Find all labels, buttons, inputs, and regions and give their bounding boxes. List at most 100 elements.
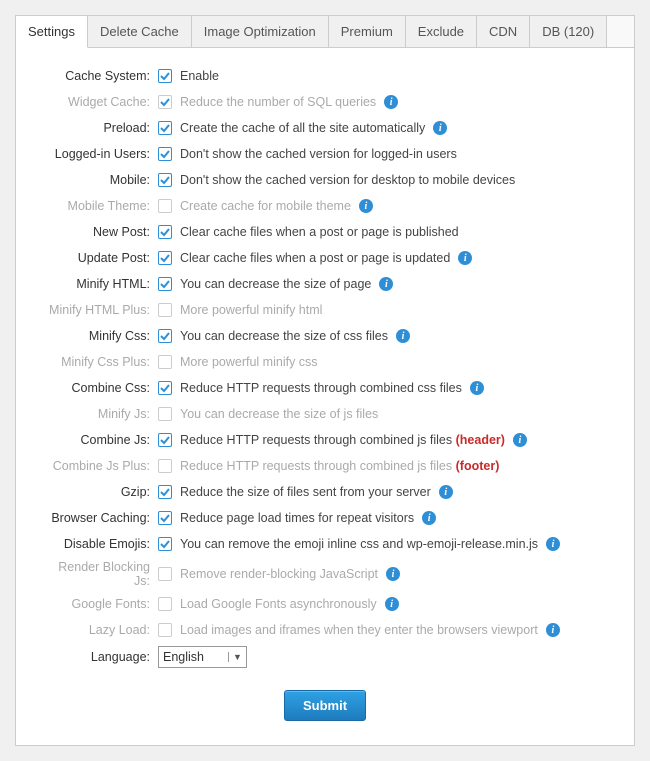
- option-label: Cache System:: [40, 69, 158, 83]
- checkbox[interactable]: [158, 121, 172, 135]
- option-desc: More powerful minify html: [180, 303, 322, 317]
- option-desc: Reduce HTTP requests through combined js…: [180, 433, 505, 447]
- desc-suffix: (header): [452, 433, 505, 447]
- language-value: English: [163, 650, 204, 664]
- option-desc: Load images and iframes when they enter …: [180, 623, 538, 637]
- row-16: Gzip: Reduce the size of files sent from …: [40, 482, 610, 502]
- row-12: Combine Css:Reduce HTTP requests through…: [40, 378, 610, 398]
- option-label: Render Blocking Js:: [40, 560, 158, 588]
- option-label: Minify HTML Plus:: [40, 303, 158, 317]
- tab-delete-cache[interactable]: Delete Cache: [88, 16, 192, 47]
- option-label: Minify Css Plus:: [40, 355, 158, 369]
- checkbox[interactable]: [158, 69, 172, 83]
- checkbox[interactable]: [158, 511, 172, 525]
- info-icon[interactable]: i: [546, 623, 560, 637]
- checkbox[interactable]: [158, 485, 172, 499]
- tab-exclude[interactable]: Exclude: [406, 16, 477, 47]
- tab-db-120-[interactable]: DB (120): [530, 16, 607, 47]
- row-2: Preload:Create the cache of all the site…: [40, 118, 610, 138]
- checkbox: [158, 355, 172, 369]
- option-desc: Reduce HTTP requests through combined js…: [180, 459, 499, 473]
- tab-cdn[interactable]: CDN: [477, 16, 530, 47]
- checkbox[interactable]: [158, 277, 172, 291]
- tab-premium[interactable]: Premium: [329, 16, 406, 47]
- row-0: Cache System:Enable: [40, 66, 610, 86]
- option-label: Gzip:: [40, 485, 158, 499]
- tab-bar: SettingsDelete CacheImage OptimizationPr…: [16, 16, 634, 48]
- info-icon[interactable]: i: [439, 485, 453, 499]
- checkbox[interactable]: [158, 225, 172, 239]
- row-8: Minify HTML:You can decrease the size of…: [40, 274, 610, 294]
- row-11: Minify Css Plus:More powerful minify css: [40, 352, 610, 372]
- info-icon[interactable]: i: [384, 95, 398, 109]
- tab-image-optimization[interactable]: Image Optimization: [192, 16, 329, 47]
- info-icon[interactable]: i: [546, 537, 560, 551]
- row-10: Minify Css:You can decrease the size of …: [40, 326, 610, 346]
- checkbox[interactable]: [158, 147, 172, 161]
- info-icon[interactable]: i: [422, 511, 436, 525]
- option-desc: Reduce page load times for repeat visito…: [180, 511, 414, 525]
- row-19: Render Blocking Js:Remove render-blockin…: [40, 560, 610, 588]
- desc-suffix: (footer): [452, 459, 499, 473]
- info-icon[interactable]: i: [379, 277, 393, 291]
- info-icon[interactable]: i: [396, 329, 410, 343]
- checkbox: [158, 407, 172, 421]
- row-21: Lazy Load:Load images and iframes when t…: [40, 620, 610, 640]
- option-desc: Clear cache files when a post or page is…: [180, 225, 459, 239]
- option-desc: You can remove the emoji inline css and …: [180, 537, 538, 551]
- label-language: Language:: [40, 650, 158, 664]
- tab-settings[interactable]: Settings: [16, 16, 88, 48]
- option-label: New Post:: [40, 225, 158, 239]
- language-select[interactable]: English ▼: [158, 646, 247, 668]
- checkbox: [158, 597, 172, 611]
- option-label: Mobile:: [40, 173, 158, 187]
- option-desc: Don't show the cached version for logged…: [180, 147, 457, 161]
- option-desc: Create cache for mobile theme: [180, 199, 351, 213]
- info-icon[interactable]: i: [385, 597, 399, 611]
- checkbox: [158, 567, 172, 581]
- checkbox[interactable]: [158, 381, 172, 395]
- option-label: Minify Js:: [40, 407, 158, 421]
- option-desc: Don't show the cached version for deskto…: [180, 173, 515, 187]
- option-desc: You can decrease the size of css files: [180, 329, 388, 343]
- checkbox: [158, 199, 172, 213]
- info-icon[interactable]: i: [386, 567, 400, 581]
- checkbox: [158, 95, 172, 109]
- option-label: Browser Caching:: [40, 511, 158, 525]
- submit-row: Submit: [40, 690, 610, 721]
- checkbox: [158, 303, 172, 317]
- row-15: Combine Js Plus:Reduce HTTP requests thr…: [40, 456, 610, 476]
- option-label: Google Fonts:: [40, 597, 158, 611]
- option-label: Logged-in Users:: [40, 147, 158, 161]
- checkbox[interactable]: [158, 537, 172, 551]
- checkbox[interactable]: [158, 329, 172, 343]
- settings-form: Cache System:EnableWidget Cache:Reduce t…: [16, 48, 634, 745]
- row-language: Language: English ▼: [40, 646, 610, 668]
- option-label: Widget Cache:: [40, 95, 158, 109]
- option-desc: Create the cache of all the site automat…: [180, 121, 425, 135]
- option-label: Mobile Theme:: [40, 199, 158, 213]
- info-icon[interactable]: i: [433, 121, 447, 135]
- option-desc: Load Google Fonts asynchronously: [180, 597, 377, 611]
- info-icon[interactable]: i: [359, 199, 373, 213]
- option-desc: Reduce HTTP requests through combined cs…: [180, 381, 462, 395]
- option-label: Disable Emojis:: [40, 537, 158, 551]
- row-1: Widget Cache:Reduce the number of SQL qu…: [40, 92, 610, 112]
- checkbox[interactable]: [158, 251, 172, 265]
- checkbox: [158, 459, 172, 473]
- option-desc: Reduce the size of files sent from your …: [180, 485, 431, 499]
- info-icon[interactable]: i: [458, 251, 472, 265]
- option-label: Minify HTML:: [40, 277, 158, 291]
- row-18: Disable Emojis: You can remove the emoji …: [40, 534, 610, 554]
- info-icon[interactable]: i: [470, 381, 484, 395]
- submit-button[interactable]: Submit: [284, 690, 366, 721]
- checkbox[interactable]: [158, 173, 172, 187]
- checkbox[interactable]: [158, 433, 172, 447]
- row-9: Minify HTML Plus: More powerful minify ht…: [40, 300, 610, 320]
- row-3: Logged-in Users: Don't show the cached ve…: [40, 144, 610, 164]
- chevron-down-icon: ▼: [228, 652, 242, 662]
- row-4: Mobile: Don't show the cached version for…: [40, 170, 610, 190]
- row-5: Mobile Theme: Create cache for mobile the…: [40, 196, 610, 216]
- row-17: Browser Caching: Reduce page load times f…: [40, 508, 610, 528]
- info-icon[interactable]: i: [513, 433, 527, 447]
